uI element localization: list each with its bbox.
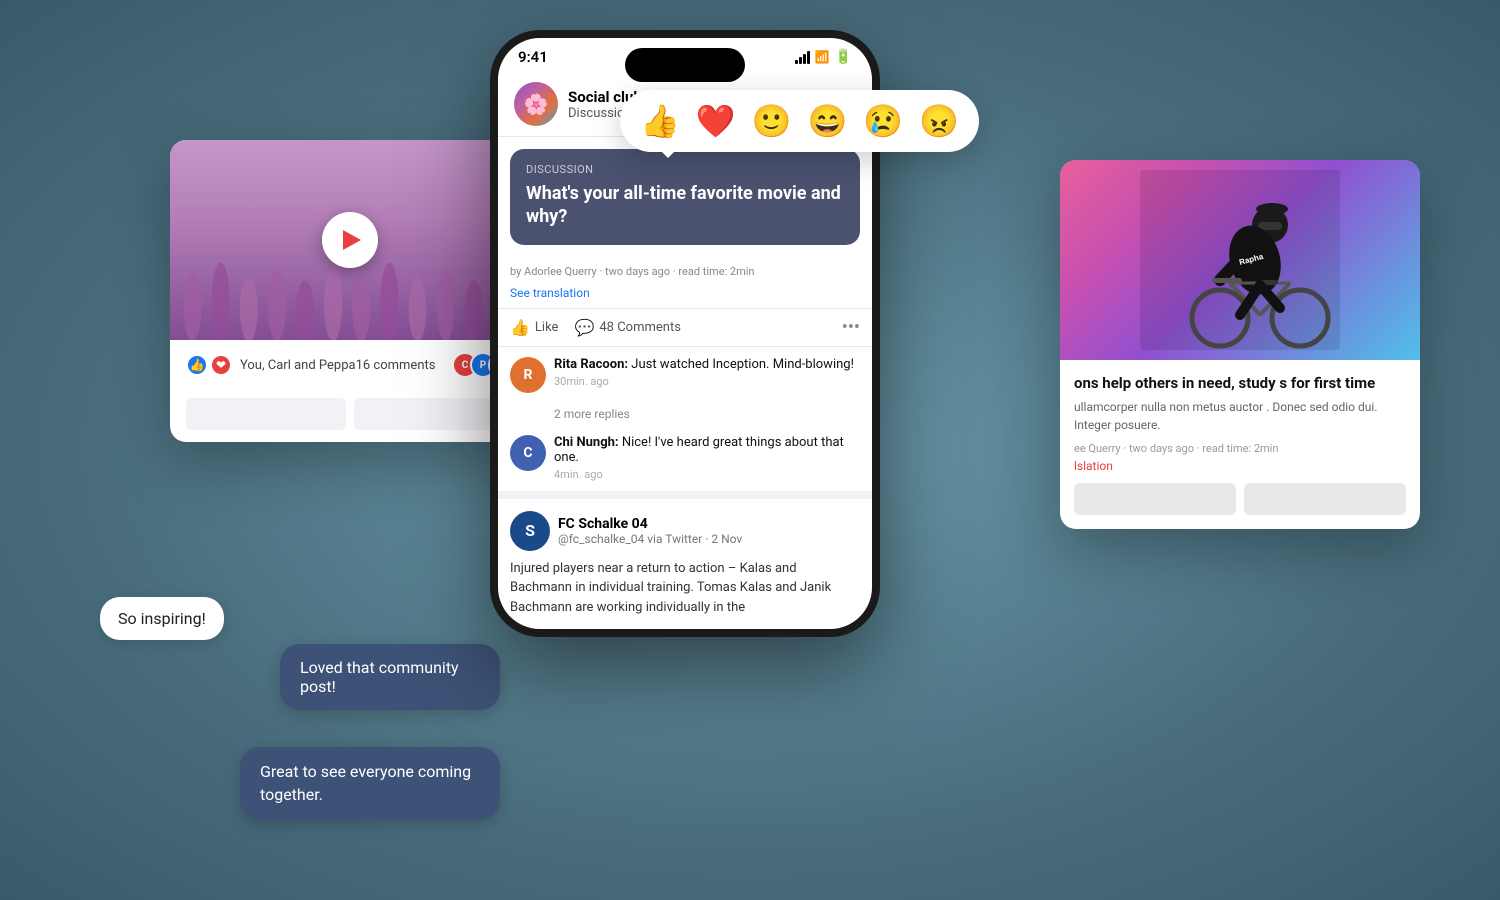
video-thumbnail[interactable]	[170, 140, 530, 340]
chat-bubble-together: Great to see everyone coming together.	[240, 747, 500, 820]
reaction-smile[interactable]: 🙂	[752, 102, 792, 140]
battery-icon: 🔋	[835, 49, 852, 65]
like-icon: 👍	[510, 318, 530, 337]
right-button-1[interactable]	[1074, 483, 1236, 515]
post-2-info: FC Schalke 04 @fc_schalke_04 via Twitter…	[558, 516, 742, 546]
status-icons: 📶 🔋	[795, 49, 852, 65]
chat-bubble-community: Loved that community post!	[280, 644, 500, 710]
phone-time: 9:41	[518, 48, 548, 66]
comment-1-text: Rita Racoon: Just watched Inception. Min…	[554, 357, 860, 372]
right-panel-buttons	[1074, 483, 1406, 515]
group-avatar: 🌸	[514, 82, 558, 126]
chat-bubble-inspiring: So inspiring!	[100, 597, 224, 640]
card-actions	[170, 390, 530, 442]
post-2-handle: @fc_schalke_04 via Twitter · 2 Nov	[558, 532, 742, 546]
play-icon	[343, 230, 361, 250]
right-button-2[interactable]	[1244, 483, 1406, 515]
post-2: S FC Schalke 04 @fc_schalke_04 via Twitt…	[498, 491, 872, 630]
comment-1: R Rita Racoon: Just watched Inception. M…	[498, 347, 872, 403]
signal-icon	[795, 50, 810, 64]
reaction-laugh[interactable]: 😄	[808, 102, 848, 140]
reaction-heart[interactable]: ❤️	[696, 102, 736, 140]
dynamic-island	[625, 48, 745, 82]
comment-2-body: Chi Nungh: Nice! I've heard great things…	[554, 435, 860, 481]
wifi-icon: 📶	[815, 50, 830, 64]
post-meta: by Adorlee Querry · two days ago · read …	[498, 257, 872, 286]
reaction-bar[interactable]: 👍 ❤️ 🙂 😄 😢 😠	[620, 90, 979, 152]
right-panel-title: ons help others in need, study s for fir…	[1074, 374, 1406, 392]
right-photo: Rapha	[1060, 160, 1420, 360]
commenter-2-avatar: C	[510, 435, 546, 471]
like-button[interactable]	[186, 398, 346, 430]
post-2-text: Injured players near a return to action …	[510, 559, 860, 618]
right-panel: Rapha ons help others in need, study s f…	[1060, 160, 1420, 529]
right-translation-link[interactable]: lslation	[1074, 459, 1406, 473]
status-bar: 9:41 📶 🔋	[498, 38, 872, 72]
discussion-title: What's your all-time favorite movie and …	[526, 182, 844, 229]
comment-2-text: Chi Nungh: Nice! I've heard great things…	[554, 435, 860, 465]
right-content: ons help others in need, study s for fir…	[1060, 360, 1420, 529]
love-icon: ❤	[210, 354, 232, 376]
play-button[interactable]	[322, 212, 378, 268]
card-footer: 👍 ❤ You, Carl and Peppa16 comments C P +	[170, 340, 530, 390]
post-actions: 👍 Like 💬 48 Comments •••	[498, 308, 872, 347]
discussion-card[interactable]: Discussion What's your all-time favorite…	[510, 149, 860, 245]
post-2-avatar: S	[510, 511, 550, 551]
comment-1-body: Rita Racoon: Just watched Inception. Min…	[554, 357, 860, 393]
more-options-button[interactable]: •••	[842, 317, 860, 338]
see-translation-link[interactable]: See translation	[498, 286, 872, 308]
phone-content: Discussion What's your all-time favorite…	[498, 137, 872, 629]
post-2-name: FC Schalke 04	[558, 516, 742, 532]
reaction-angry[interactable]: 😠	[919, 102, 959, 140]
video-card: 👍 ❤ You, Carl and Peppa16 comments C P +	[170, 140, 530, 442]
comments-action[interactable]: 💬 48 Comments	[574, 318, 680, 337]
like-icon: 👍	[186, 354, 208, 376]
post-2-header: S FC Schalke 04 @fc_schalke_04 via Twitt…	[510, 511, 860, 551]
reaction-icons: 👍 ❤	[186, 354, 232, 376]
more-replies[interactable]: 2 more replies	[498, 403, 872, 425]
reaction-sad[interactable]: 😢	[863, 102, 903, 140]
comment-2: C Chi Nungh: Nice! I've heard great thin…	[498, 425, 872, 491]
discussion-label: Discussion	[526, 163, 844, 176]
cyclist-illustration: Rapha	[1140, 170, 1340, 350]
right-panel-meta: ee Querry · two days ago · read time: 2m…	[1074, 442, 1406, 455]
comment-2-time: 4min. ago	[554, 468, 860, 481]
reaction-thumbsup[interactable]: 👍	[640, 102, 680, 140]
commenter-1-avatar: R	[510, 357, 546, 393]
comment-icon: 💬	[574, 318, 594, 337]
comment-1-time: 30min. ago	[554, 375, 860, 388]
right-panel-body: ullamcorper nulla non metus auctor . Don…	[1074, 398, 1406, 434]
footer-text: You, Carl and Peppa16 comments	[240, 358, 452, 373]
like-action[interactable]: 👍 Like	[510, 318, 558, 337]
